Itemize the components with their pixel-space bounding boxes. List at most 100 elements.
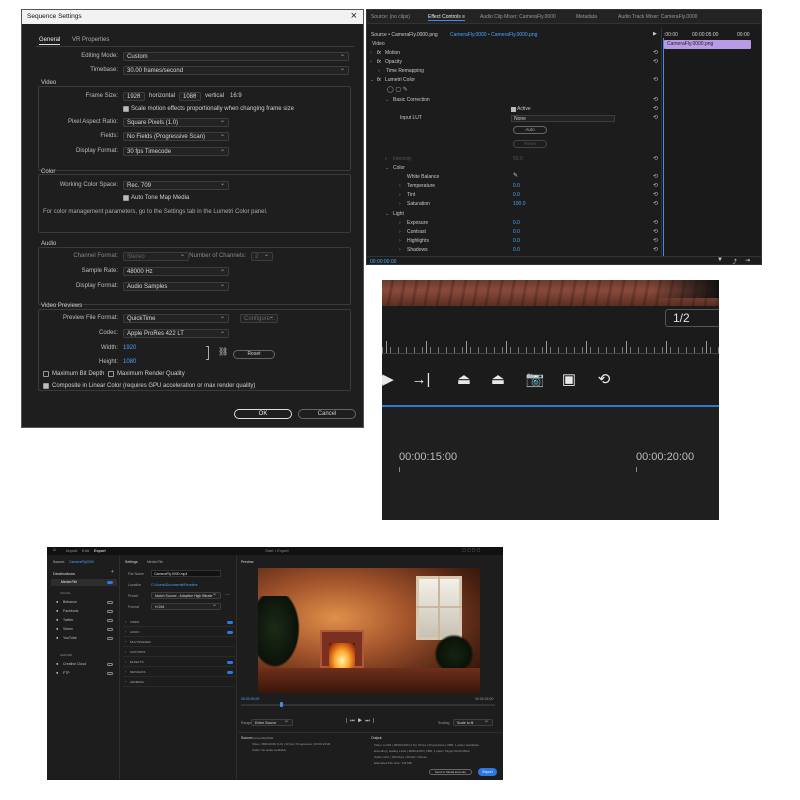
add-destination-icon[interactable]: +	[111, 569, 114, 575]
chevron-icon[interactable]: ›	[385, 156, 387, 162]
destination-toggle[interactable]	[107, 601, 113, 604]
reset-icon[interactable]: ⟲	[653, 246, 658, 253]
settings-section-video[interactable]: › VIDEO	[123, 619, 235, 627]
section-toggle[interactable]	[227, 621, 233, 624]
reset-icon[interactable]: ⟲	[653, 49, 658, 56]
range-dropdown[interactable]: Entire Source	[251, 719, 293, 726]
param-highlights-row[interactable]: › Highlights 0.0 ⟲	[367, 237, 658, 246]
reset-icon[interactable]: ⟲	[653, 155, 658, 162]
settings-section-captions[interactable]: › CAPTIONS	[123, 649, 235, 657]
frame-width-input[interactable]: 1920	[123, 92, 145, 101]
settings-section-multiplexer[interactable]: › MULTIPLEXER	[123, 639, 235, 647]
codec-dropdown[interactable]: Apple ProRes 422 LT	[123, 329, 229, 338]
destination-item[interactable]: ● FTP	[47, 670, 120, 678]
chevron-icon[interactable]: ›	[378, 68, 380, 74]
chevron-icon[interactable]: ›	[399, 247, 401, 253]
close-icon[interactable]: ×	[351, 10, 357, 22]
file-name-input[interactable]: CameraFly.0000.mp4	[151, 570, 221, 577]
composite-linear-checkbox[interactable]	[43, 383, 49, 389]
section-toggle[interactable]	[227, 661, 233, 664]
fx-icon[interactable]: fx	[377, 77, 381, 83]
reset-icon[interactable]: ⟲	[653, 105, 658, 112]
preview-transport[interactable]: |⏮▶⏭|	[346, 718, 377, 724]
fx-icon[interactable]: fx	[377, 59, 381, 65]
preset-more-icon[interactable]: …	[225, 591, 230, 597]
tab-general[interactable]: General	[39, 37, 61, 45]
editing-mode-dropdown[interactable]: Custom	[123, 52, 349, 61]
tab-effect-controls[interactable]: Effect Controls ≡	[428, 14, 466, 21]
reset-icon[interactable]: ⟲	[653, 96, 658, 103]
audio-display-format-dropdown[interactable]: Audio Samples	[123, 282, 229, 291]
window-controls[interactable]: ▢ ▢ ▢ ▢	[462, 547, 480, 552]
chevron-icon[interactable]: ⌄	[385, 165, 389, 171]
scale-motion-checkbox[interactable]	[123, 106, 129, 112]
preview-reset-button[interactable]: Reset	[233, 350, 275, 359]
active-checkbox[interactable]	[511, 107, 516, 112]
preview-time-start[interactable]: 00:00:00;00	[241, 697, 260, 701]
param-tint-row[interactable]: › Tint 0.0 ⟲	[367, 191, 658, 200]
extract-icon[interactable]: ⏏	[488, 372, 508, 388]
tab-audio-track-mixer[interactable]: Audio Track Mixer: CameraFly.0000	[618, 14, 697, 20]
reset-icon[interactable]: ⟲	[653, 76, 658, 83]
preview-format-dropdown[interactable]: QuickTime	[123, 314, 229, 323]
motion-row[interactable]: › fx Motion ⟲	[367, 49, 658, 58]
white-balance-row[interactable]: White Balance ⟲ ✎	[367, 172, 658, 182]
media-file-toggle[interactable]	[107, 581, 113, 584]
lift-icon[interactable]: ⏏	[454, 372, 474, 388]
cancel-button[interactable]: Cancel	[298, 409, 356, 419]
destination-toggle[interactable]	[107, 628, 113, 631]
lumetri-color-row[interactable]: ⌄ fx Lumetri Color ⟲	[367, 76, 658, 85]
eyedropper-icon[interactable]: ✎	[513, 172, 518, 179]
fx-icon[interactable]: fx	[377, 50, 381, 56]
chevron-icon[interactable]: ›	[399, 183, 401, 189]
reset-icon[interactable]: ⟲	[653, 200, 658, 207]
param-saturation-row[interactable]: › Saturation 100.0 ⟲	[367, 200, 658, 209]
input-lut-row[interactable]: Input LUT ⟲ None	[367, 114, 658, 123]
param-saturation-value[interactable]: 100.0	[513, 201, 526, 207]
clip-path[interactable]: CameraFly.0000 • CameraFly.0000.png	[450, 32, 537, 38]
chevron-icon[interactable]: ⌄	[385, 97, 389, 103]
scaling-dropdown[interactable]: Scale to fit	[453, 719, 493, 726]
active-row[interactable]: Active ⟲	[367, 105, 658, 114]
chevron-icon[interactable]: ›	[399, 229, 401, 235]
tab-source[interactable]: Source: (no clips)	[371, 14, 410, 20]
light-heading-row[interactable]: ⌄ Light	[367, 210, 657, 219]
lumetri-mask-tools[interactable]: ◯ ▢ ✎	[387, 86, 408, 93]
reset-icon[interactable]: ⟲	[653, 237, 658, 244]
wcs-dropdown[interactable]: Rec. 709	[123, 181, 229, 190]
step-forward-icon[interactable]: →|	[411, 372, 431, 388]
camera-icon[interactable]: 📷	[525, 372, 545, 388]
param-highlights-value[interactable]: 0.0	[513, 238, 520, 244]
export-button[interactable]: Export	[478, 768, 497, 776]
source-name[interactable]: CameraFly0000	[69, 560, 94, 564]
preview-playhead[interactable]	[280, 702, 283, 707]
opacity-row[interactable]: › fx Opacity ⟲	[367, 58, 658, 67]
par-dropdown[interactable]: Square Pixels (1.0)	[123, 118, 229, 127]
nav-export[interactable]: Export	[94, 548, 106, 553]
chevron-icon[interactable]: ›	[370, 59, 372, 65]
format-dropdown[interactable]: H.264	[151, 603, 221, 610]
input-lut-dropdown[interactable]: None	[511, 115, 615, 122]
clip-bar[interactable]: CameraFly.0000.png	[664, 40, 751, 49]
ok-button[interactable]: OK	[234, 409, 292, 419]
destination-item[interactable]: ● Facebook	[47, 608, 120, 616]
home-icon[interactable]: ⌂	[53, 547, 56, 553]
playhead[interactable]	[663, 38, 664, 259]
destination-item[interactable]: ● Creative Cloud	[47, 661, 120, 669]
settings-section-effects[interactable]: › EFFECTS	[123, 659, 235, 667]
settings-section-audio[interactable]: › AUDIO	[123, 629, 235, 637]
play-icon[interactable]: ▶	[382, 372, 398, 388]
resolution-dropdown[interactable]: 1/2	[665, 309, 719, 327]
auto-button[interactable]: Auto	[513, 126, 547, 134]
destination-toggle[interactable]	[107, 619, 113, 622]
fields-dropdown[interactable]: No Fields (Progressive Scan)	[123, 132, 229, 141]
toggle-icon[interactable]: ⇥	[745, 257, 750, 264]
basic-correction-row[interactable]: ⌄ Basic Correction ⟲	[367, 96, 658, 105]
sample-rate-dropdown[interactable]: 48000 Hz	[123, 267, 229, 276]
export-frame-icon[interactable]: ⤴	[731, 257, 737, 264]
param-contrast-row[interactable]: › Contrast 0.0 ⟲	[367, 228, 658, 237]
param-shadows-row[interactable]: › Shadows 0.0 ⟲	[367, 246, 658, 255]
video-display-format-dropdown[interactable]: 30 fps Timecode	[123, 147, 229, 156]
frame-height-input[interactable]: 1080	[179, 92, 201, 101]
location-value[interactable]: C:\Users\Documents\Renders	[151, 583, 198, 587]
